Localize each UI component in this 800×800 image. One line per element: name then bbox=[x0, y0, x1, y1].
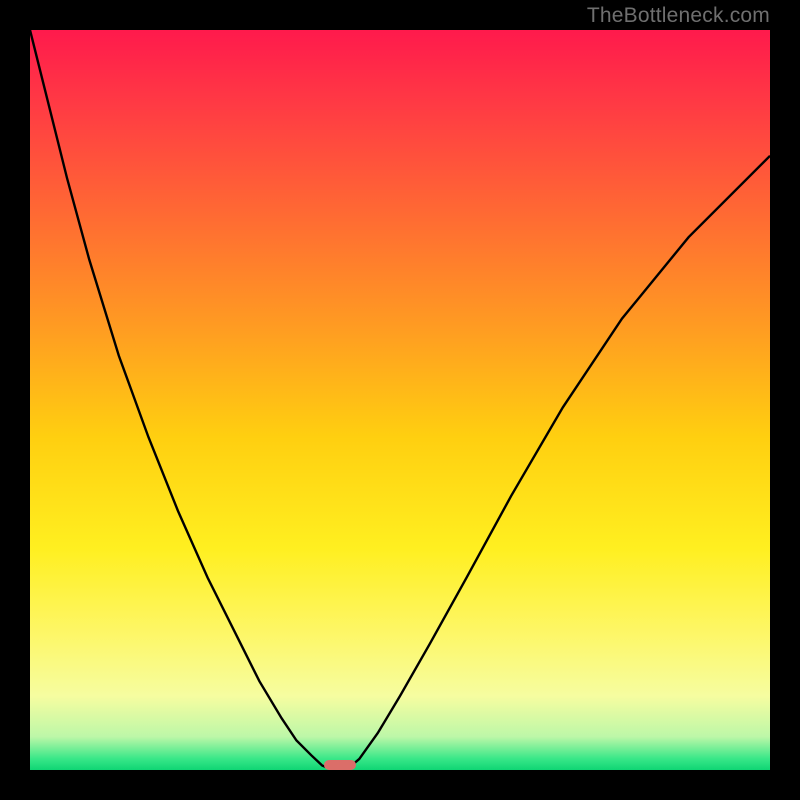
plot-area bbox=[30, 30, 770, 770]
curve-layer bbox=[30, 30, 770, 770]
right-curve bbox=[348, 156, 770, 769]
left-curve bbox=[30, 30, 330, 769]
outer-frame: TheBottleneck.com bbox=[0, 0, 800, 800]
bottleneck-marker bbox=[324, 760, 357, 770]
watermark-text: TheBottleneck.com bbox=[587, 4, 770, 28]
